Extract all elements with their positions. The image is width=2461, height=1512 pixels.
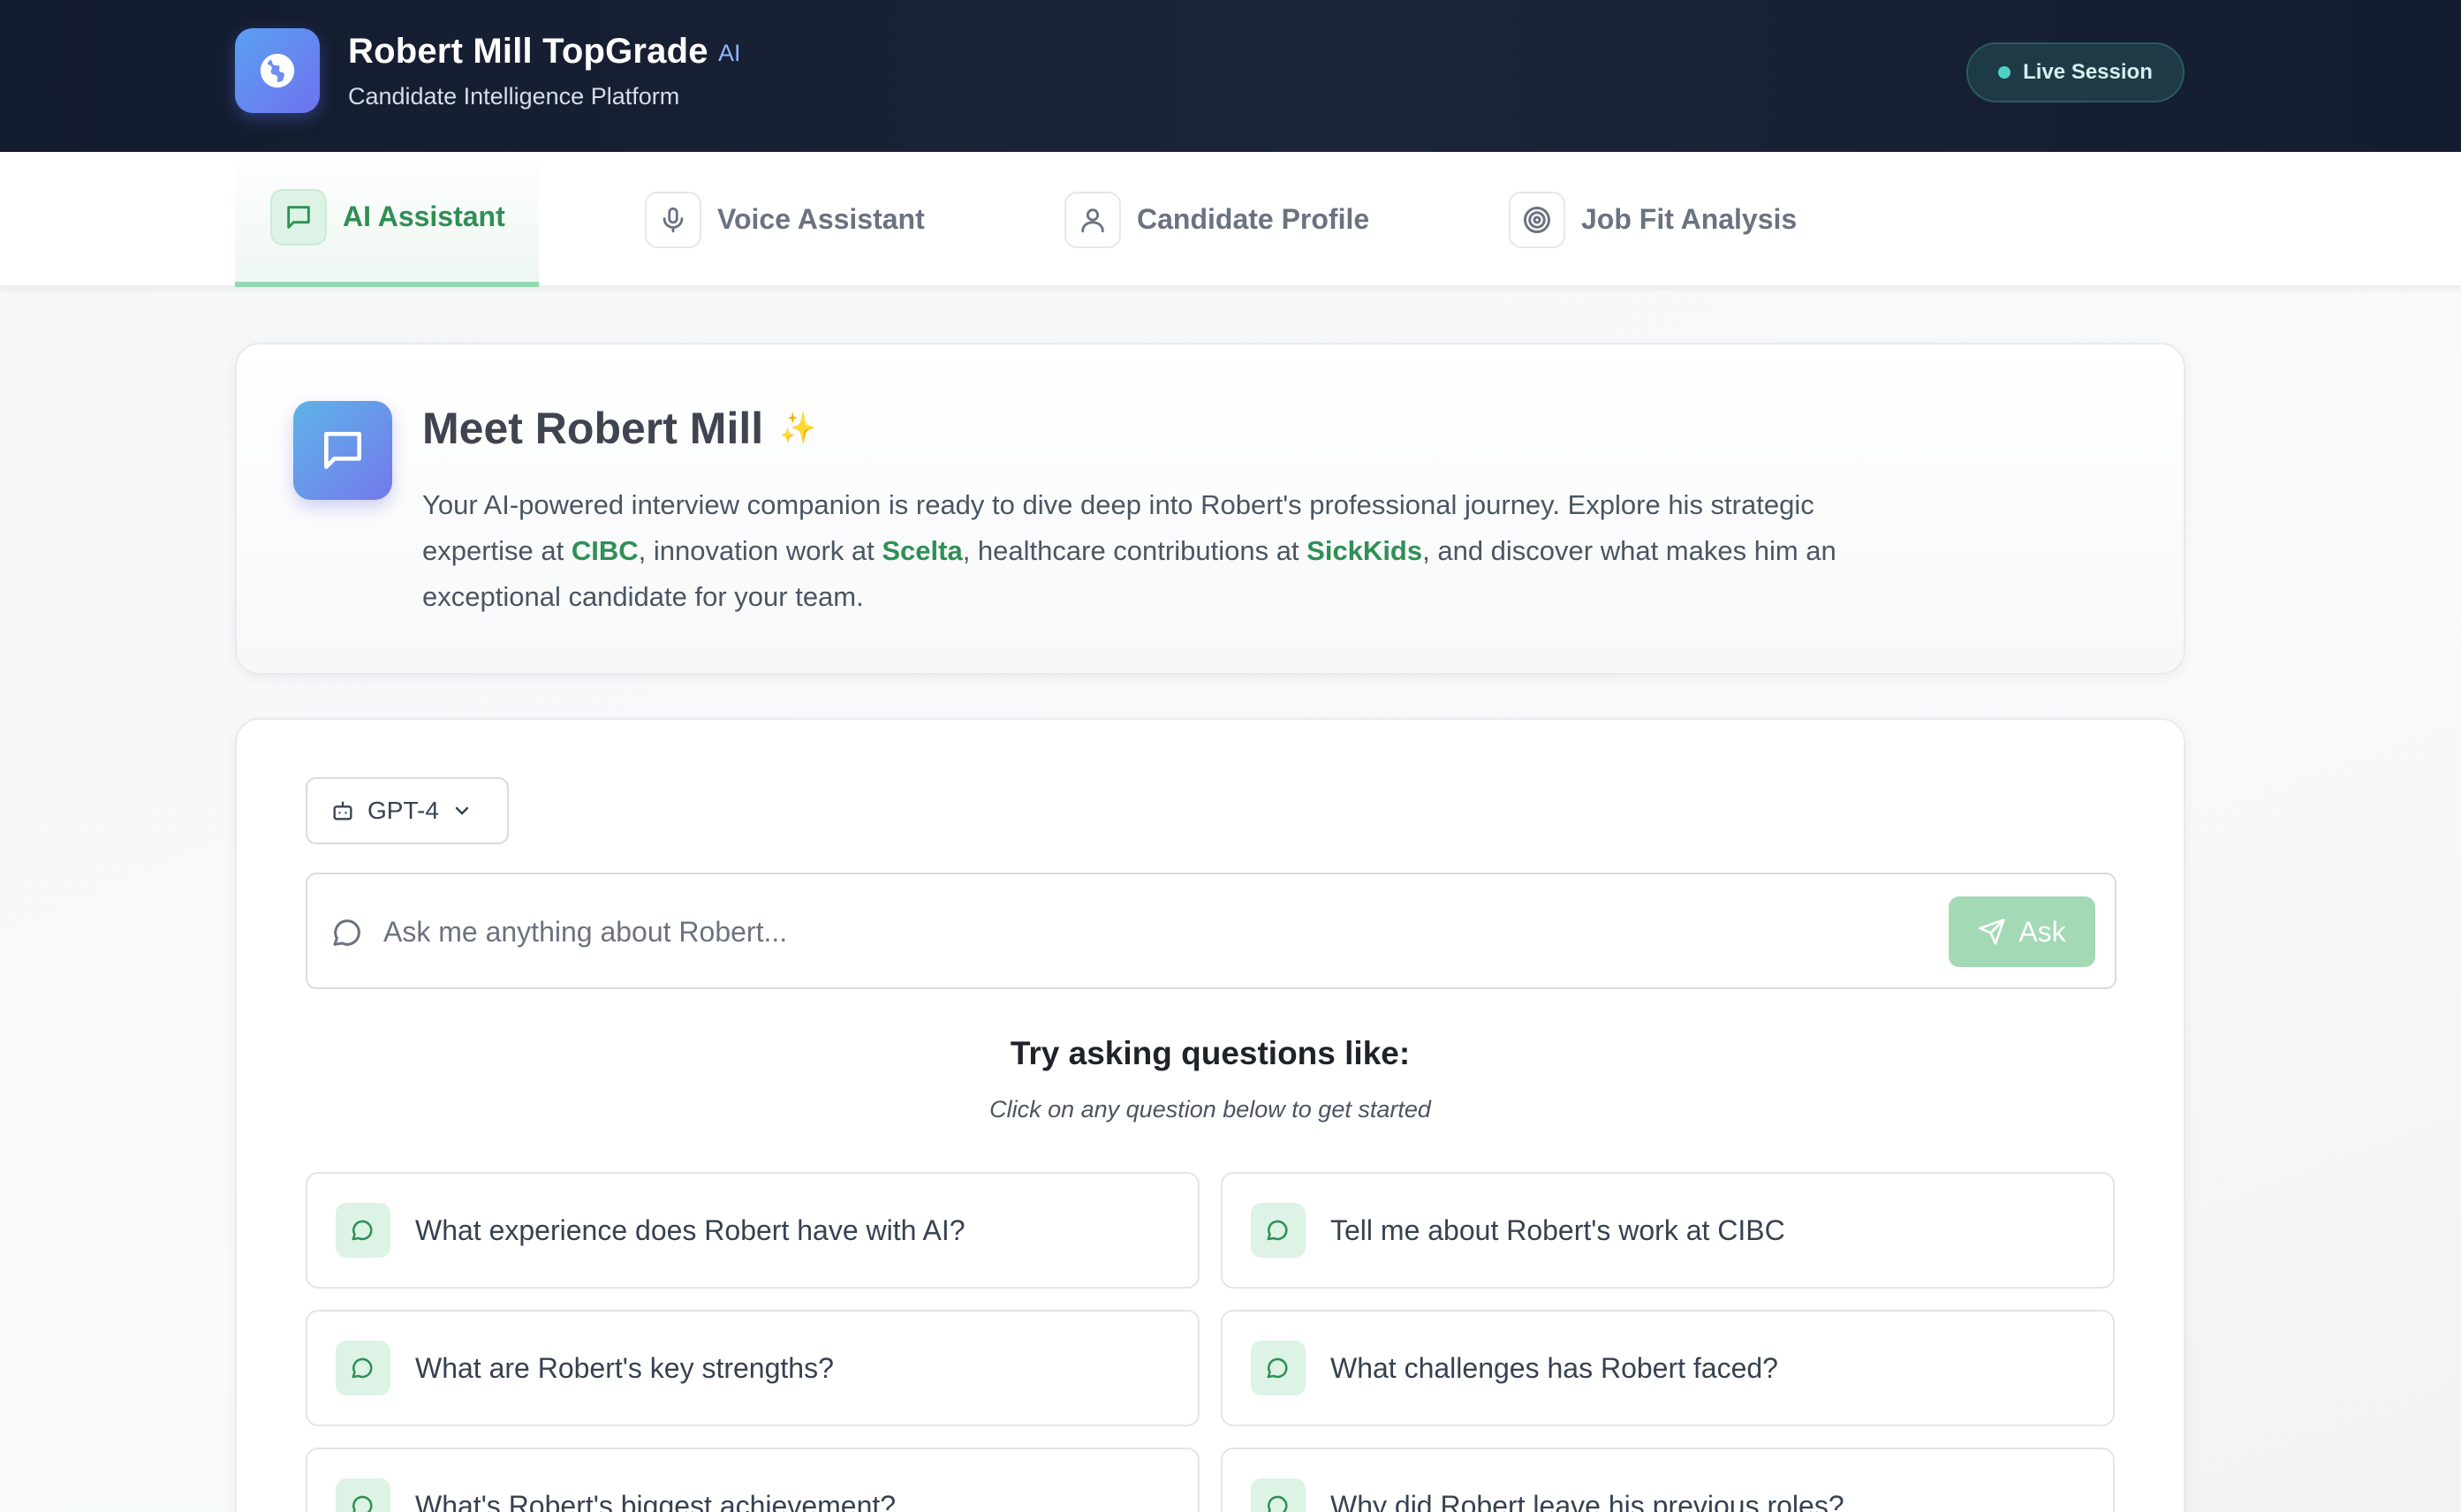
intro-card: Meet Robert Mill ✨ Your AI-powered inter…	[235, 343, 2185, 675]
app-subtitle: Candidate Intelligence Platform	[348, 83, 680, 110]
message-circle-icon	[336, 1341, 390, 1395]
suggested-question[interactable]: What challenges has Robert faced?	[1221, 1310, 2115, 1426]
bot-icon	[333, 801, 352, 820]
suggested-question-text: Tell me about Robert's work at CIBC	[1330, 1213, 1785, 1246]
suggested-question[interactable]: Why did Robert leave his previous roles?	[1221, 1448, 2115, 1512]
ask-input[interactable]	[383, 901, 1885, 963]
message-circle-icon	[1251, 1203, 1306, 1258]
sparkle-icon: ✨	[779, 412, 817, 445]
suggested-question-text: What's Robert's biggest achievement?	[415, 1489, 897, 1512]
tab-label: Job Fit Analysis	[1581, 203, 1798, 235]
suggested-question[interactable]: What are Robert's key strengths?	[306, 1310, 1200, 1426]
microphone-icon	[645, 191, 701, 248]
message-circle-icon	[336, 1478, 390, 1512]
message-circle-icon	[1251, 1478, 1306, 1512]
model-selected-value: GPT-4	[367, 797, 439, 824]
live-session-badge: Live Session	[1966, 42, 2185, 102]
suggested-question[interactable]: Tell me about Robert's work at CIBC	[1221, 1172, 2115, 1289]
company-highlight-cibc: CIBC	[571, 535, 639, 566]
suggested-question-text: What are Robert's key strengths?	[415, 1351, 834, 1384]
tab-voice-assistant[interactable]: Voice Assistant	[610, 152, 963, 287]
ask-button-label: Ask	[2018, 915, 2066, 948]
suggested-question[interactable]: What's Robert's biggest achievement?	[306, 1448, 1200, 1512]
ask-button[interactable]: Ask	[1949, 896, 2095, 967]
globe-icon	[260, 53, 295, 88]
chat-panel: GPT-4 Ask Try asking questions like: Cli…	[235, 718, 2185, 1512]
intro-text-part: , healthcare contributions at	[962, 535, 1307, 566]
status-dot-icon	[1998, 66, 2011, 79]
chat-icon	[270, 188, 327, 246]
suggestions-title: Try asking questions like:	[1010, 1035, 1411, 1071]
target-icon	[1509, 191, 1565, 248]
company-highlight-sickkids: SickKids	[1306, 535, 1423, 566]
intro-description: Your AI-powered interview companion is r…	[422, 482, 1862, 620]
message-circle-icon	[333, 919, 360, 946]
user-icon	[1064, 191, 1121, 248]
tab-ai-assistant[interactable]: AI Assistant	[235, 152, 539, 287]
app-header: Robert Mill TopGrade AI Candidate Intell…	[0, 0, 2461, 152]
suggested-question-text: What experience does Robert have with AI…	[415, 1213, 965, 1246]
chat-bubble-icon	[293, 401, 392, 500]
tab-candidate-profile[interactable]: Candidate Profile	[1029, 152, 1400, 287]
suggestions-subtitle: Click on any question below to get start…	[989, 1096, 1431, 1123]
intro-title-text: Meet Robert Mill	[422, 404, 764, 453]
ai-badge: AI	[718, 40, 741, 66]
ask-box: Ask	[306, 873, 2116, 989]
tab-label: Voice Assistant	[717, 203, 925, 235]
chevron-down-icon	[455, 806, 469, 815]
model-selector[interactable]: GPT-4	[306, 777, 509, 844]
intro-text-part: , innovation work at	[638, 535, 882, 566]
message-circle-icon	[1251, 1341, 1306, 1395]
tab-label: Candidate Profile	[1137, 203, 1370, 235]
intro-title: Meet Robert Mill ✨	[422, 403, 816, 454]
message-circle-icon	[336, 1203, 390, 1258]
tab-label: AI Assistant	[343, 200, 505, 232]
suggested-question[interactable]: What experience does Robert have with AI…	[306, 1172, 1200, 1289]
company-highlight-scelta: Scelta	[882, 535, 963, 566]
tab-bar: AI Assistant Voice Assistant Candidate P…	[0, 152, 2461, 287]
app-logo	[235, 28, 320, 113]
app-title: Robert Mill TopGrade	[348, 32, 708, 71]
tab-job-fit-analysis[interactable]: Job Fit Analysis	[1473, 152, 1844, 287]
send-icon	[1979, 919, 2005, 945]
suggested-question-text: What challenges has Robert faced?	[1330, 1351, 1778, 1384]
live-session-label: Live Session	[2023, 60, 2153, 84]
suggested-question-text: Why did Robert leave his previous roles?	[1330, 1489, 1844, 1512]
